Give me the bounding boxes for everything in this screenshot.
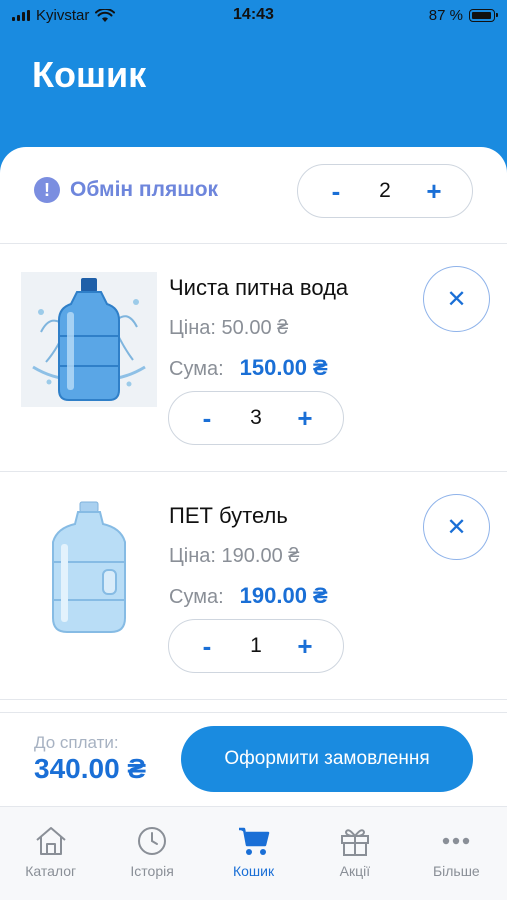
cart-item: ПЕТ бутель Ціна: 190.00 ₴ Сума: 190.00 ₴…	[0, 472, 507, 700]
water-bottle-image	[32, 278, 146, 401]
tab-label: Кошик	[232, 863, 275, 879]
quantity-value: 1	[250, 634, 262, 657]
tab-promotions[interactable]: Акції	[304, 807, 405, 900]
bottle-exchange-stepper: - 2 +	[297, 164, 473, 218]
product-name: Чиста питна вода	[169, 275, 349, 300]
checkout-bar: До сплати: 340.00 ₴ Оформити замовлення	[0, 712, 507, 806]
close-icon: ✕	[446, 285, 467, 313]
remove-item-button[interactable]: ✕	[423, 266, 490, 332]
sum-value: 190.00 ₴	[239, 583, 328, 608]
home-icon	[36, 827, 66, 855]
info-icon: !	[34, 177, 60, 203]
sum-value: 150.00 ₴	[239, 355, 328, 380]
increment-button[interactable]: +	[293, 633, 317, 659]
checkout-button[interactable]: Оформити замовлення	[181, 726, 473, 792]
product-sum: Сума: 190.00 ₴	[169, 583, 328, 609]
decrement-button[interactable]: -	[195, 633, 219, 659]
product-sum: Сума: 150.00 ₴	[169, 355, 328, 381]
tab-label: Історія	[130, 863, 174, 879]
gift-icon	[340, 829, 369, 856]
quantity-stepper: - 1 +	[168, 619, 344, 673]
decrement-button[interactable]: -	[195, 405, 219, 431]
more-icon	[443, 837, 470, 845]
tab-label: Більше	[432, 863, 480, 879]
bottle-exchange-row: ! Обмін пляшок - 2 +	[0, 147, 507, 244]
total-value: 340.00 ₴	[34, 753, 147, 784]
cart-item: Чиста питна вода Ціна: 50.00 ₴ Сума: 150…	[0, 244, 507, 472]
product-price: Ціна: 190.00 ₴	[169, 545, 300, 567]
product-price: Ціна: 50.00 ₴	[169, 317, 289, 339]
product-name: ПЕТ бутель	[169, 503, 288, 528]
product-image	[21, 272, 157, 407]
tab-label: Каталог	[25, 863, 77, 879]
status-bar: Kyivstar 14:43 87 %	[0, 0, 507, 30]
cart-icon	[238, 827, 269, 855]
product-image	[21, 500, 157, 635]
cart-sheet: ! Обмін пляшок - 2 + Чиста питна вода Ці…	[0, 147, 507, 712]
sum-label: Сума:	[169, 586, 224, 608]
tab-bar: Каталог Історія Кошик Акції Більше	[0, 806, 507, 900]
quantity-stepper: - 3 +	[168, 391, 344, 445]
quantity-value: 3	[250, 406, 262, 429]
battery-percent: 87 %	[428, 7, 463, 24]
bottle-exchange-label[interactable]: ! Обмін пляшок	[34, 177, 218, 203]
tab-history[interactable]: Історія	[101, 807, 202, 900]
pet-bottle-image	[52, 501, 126, 633]
decrement-button[interactable]: -	[324, 178, 348, 204]
tab-more[interactable]: Більше	[406, 807, 507, 900]
quantity-value: 2	[379, 179, 391, 202]
battery-icon	[469, 9, 498, 22]
sum-label: Сума:	[169, 358, 224, 380]
tab-cart[interactable]: Кошик	[203, 807, 304, 900]
tab-label: Акції	[339, 863, 371, 879]
increment-button[interactable]: +	[422, 178, 446, 204]
remove-item-button[interactable]: ✕	[423, 494, 490, 560]
total-label: До сплати:	[34, 733, 119, 752]
increment-button[interactable]: +	[293, 405, 317, 431]
status-right: 87 %	[428, 7, 498, 24]
clock-icon	[138, 827, 167, 855]
tab-catalog[interactable]: Каталог	[0, 807, 101, 900]
close-icon: ✕	[446, 513, 467, 541]
bottle-exchange-text: Обмін пляшок	[70, 178, 219, 201]
page-title: Кошик	[32, 54, 147, 95]
